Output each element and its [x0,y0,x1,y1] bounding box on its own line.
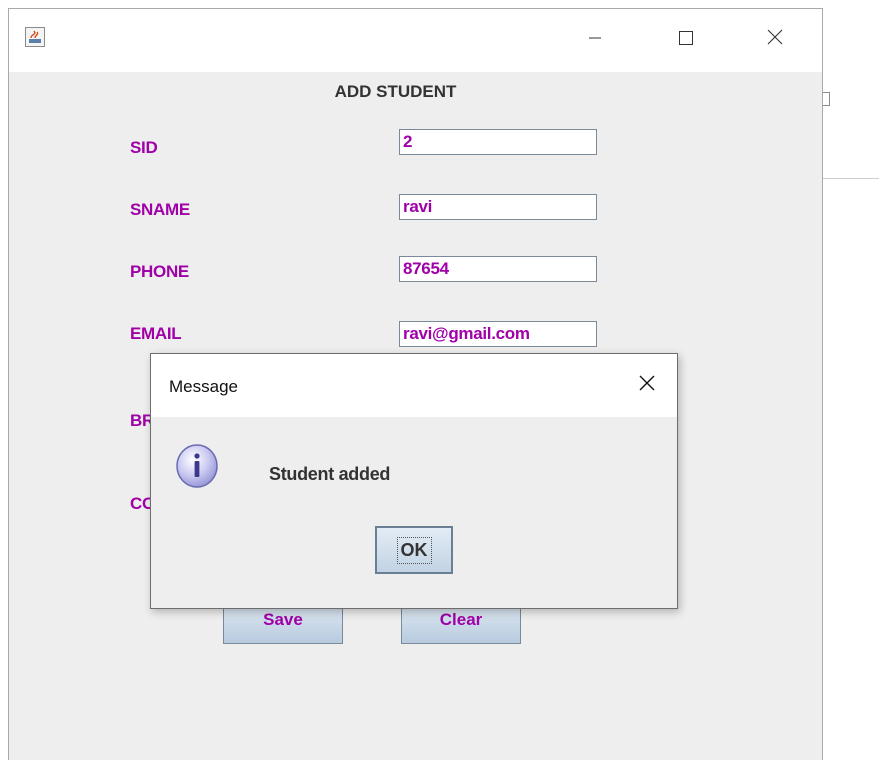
dialog-message: Student added [269,464,391,484]
phone-field[interactable]: 87654 [399,256,597,282]
close-button[interactable] [752,19,798,59]
maximize-button[interactable] [662,19,708,59]
dialog-title: Message [169,377,238,396]
close-icon [637,373,657,398]
sname-field[interactable]: ravi [399,194,597,220]
info-icon [173,442,221,490]
background-window-fragment [823,92,830,106]
java-icon[interactable] [25,27,45,47]
sid-field[interactable]: 2 [399,129,597,155]
message-dialog: Message Student added OK [150,353,678,609]
minimize-icon [587,29,603,50]
close-icon [766,28,784,51]
email-field[interactable]: ravi@gmail.com [399,321,597,347]
dialog-close-button[interactable] [629,370,665,400]
background-window [823,0,879,760]
background-window-panel [823,70,879,179]
clear-button[interactable]: Clear [401,606,521,644]
dialog-titlebar[interactable]: Message [151,354,677,417]
email-label: EMAIL [130,324,182,343]
sname-label: SNAME [130,200,190,219]
minimize-button[interactable] [572,19,618,59]
ok-button[interactable]: OK [375,526,453,574]
window-titlebar[interactable] [9,9,822,72]
sid-label: SID [130,138,158,157]
maximize-icon [677,29,693,50]
ok-button-label: OK [396,536,432,564]
save-button[interactable]: Save [223,606,343,644]
phone-label: PHONE [130,262,189,281]
form-title: ADD STUDENT [334,82,457,101]
